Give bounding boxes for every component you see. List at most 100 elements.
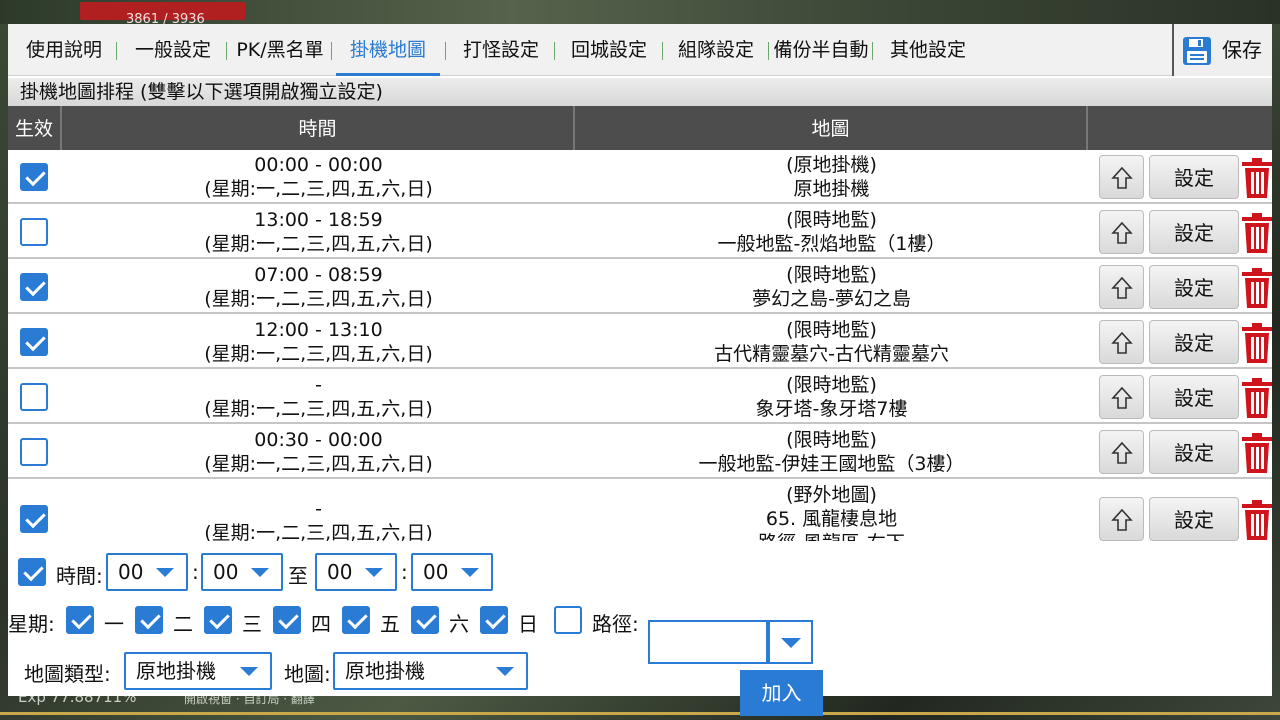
arrow-up-icon	[1111, 166, 1133, 189]
move-up-button[interactable]	[1099, 497, 1144, 541]
tab-party[interactable]: 組隊設定	[664, 24, 768, 76]
end-minute-select[interactable]: 00	[411, 553, 493, 591]
path-dropdown-button[interactable]	[768, 620, 813, 664]
settings-button[interactable]: 設定	[1149, 210, 1239, 254]
enabled-checkbox[interactable]	[20, 273, 48, 301]
time-days: (星期:一,二,三,四,五,六,日)	[204, 343, 433, 365]
map-name: 象牙塔-象牙塔7樓	[755, 398, 908, 420]
path-enabled-checkbox[interactable]	[554, 606, 582, 634]
end-minute-value: 00	[423, 560, 449, 584]
start-hour-select[interactable]: 00	[106, 553, 188, 591]
enabled-checkbox[interactable]	[20, 328, 48, 356]
to-label: 至	[288, 564, 308, 588]
tab-idle-map[interactable]: 掛機地圖	[336, 24, 440, 76]
move-up-button[interactable]	[1099, 265, 1144, 309]
time-cell: 12:00 - 13:10 (星期:一,二,三,四,五,六,日)	[62, 318, 575, 366]
move-up-button[interactable]	[1099, 155, 1144, 199]
map-cell: (限時地監) 夢幻之島-夢幻之島	[575, 263, 1088, 311]
arrow-up-icon	[1111, 221, 1133, 244]
tab-instructions[interactable]: 使用說明	[12, 24, 116, 76]
section-title: 掛機地圖排程 (雙擊以下選項開啟獨立設定)	[8, 78, 1272, 106]
time-range: 12:00 - 13:10	[254, 319, 383, 341]
trash-icon[interactable]	[1240, 432, 1272, 474]
settings-button[interactable]: 設定	[1149, 155, 1239, 199]
day-checkbox-mon[interactable]	[66, 606, 94, 634]
end-hour-select[interactable]: 00	[315, 553, 397, 591]
enabled-checkbox[interactable]	[20, 383, 48, 411]
path-input[interactable]	[648, 620, 768, 664]
move-up-button[interactable]	[1099, 430, 1144, 474]
move-up-button[interactable]	[1099, 375, 1144, 419]
enabled-checkbox[interactable]	[20, 505, 48, 533]
tab-backup-semi-auto[interactable]: 備份半自動	[770, 24, 872, 76]
time-cell: - (星期:一,二,三,四,五,六,日)	[62, 497, 575, 541]
day-checkbox-wed[interactable]	[204, 606, 232, 634]
trash-icon[interactable]	[1240, 499, 1272, 541]
enabled-checkbox[interactable]	[20, 438, 48, 466]
settings-button[interactable]: 設定	[1149, 497, 1239, 541]
map-type-value: 原地掛機	[136, 659, 216, 683]
settings-button[interactable]: 設定	[1149, 265, 1239, 309]
time-range: -	[315, 374, 322, 396]
table-row[interactable]: 00:30 - 00:00 (星期:一,二,三,四,五,六,日) (限時地監) …	[8, 426, 1272, 479]
time-label: 時間:	[56, 564, 103, 588]
enabled-checkbox[interactable]	[20, 163, 48, 191]
settings-button[interactable]: 設定	[1149, 375, 1239, 419]
time-range: 07:00 - 08:59	[254, 264, 383, 286]
settings-button[interactable]: 設定	[1149, 320, 1239, 364]
time-enabled-checkbox[interactable]	[18, 558, 46, 586]
day-checkbox-sun[interactable]	[480, 606, 508, 634]
tab-general[interactable]: 一般設定	[120, 24, 226, 76]
tab-bar: 使用說明 一般設定 PK/黑名單 掛機地圖 打怪設定 回城設定 組隊設定 備份半…	[8, 24, 1272, 76]
day-checkbox-sat[interactable]	[411, 606, 439, 634]
add-button[interactable]: 加入	[740, 670, 823, 716]
trash-icon[interactable]	[1240, 322, 1272, 364]
day-checkbox-thu[interactable]	[273, 606, 301, 634]
save-button[interactable]: 保存	[1172, 24, 1272, 76]
map-select[interactable]: 原地掛機	[333, 652, 528, 690]
tab-separator	[331, 42, 332, 60]
start-minute-value: 00	[213, 560, 239, 584]
map-path: 路徑-風龍區-右下	[575, 531, 1088, 541]
trash-icon[interactable]	[1240, 157, 1272, 199]
save-label: 保存	[1222, 38, 1262, 62]
time-days: (星期:一,二,三,四,五,六,日)	[204, 233, 433, 255]
trash-icon[interactable]	[1240, 212, 1272, 254]
move-up-button[interactable]	[1099, 210, 1144, 254]
tab-monster[interactable]: 打怪設定	[448, 24, 554, 76]
move-up-button[interactable]	[1099, 320, 1144, 364]
day-checkbox-tue[interactable]	[135, 606, 163, 634]
settings-button[interactable]: 設定	[1149, 430, 1239, 474]
time-cell: 00:30 - 00:00 (星期:一,二,三,四,五,六,日)	[62, 428, 575, 476]
time-range: -	[315, 498, 322, 520]
day-label-fri: 五	[380, 612, 400, 636]
tab-separator	[116, 42, 117, 60]
map-name: 65. 風龍棲息地	[765, 508, 898, 530]
trash-icon[interactable]	[1240, 377, 1272, 419]
chevron-down-icon	[251, 568, 269, 577]
trash-icon[interactable]	[1240, 267, 1272, 309]
day-checkbox-fri[interactable]	[342, 606, 370, 634]
tab-other[interactable]: 其他設定	[876, 24, 980, 76]
time-cell: 07:00 - 08:59 (星期:一,二,三,四,五,六,日)	[62, 263, 575, 311]
table-row[interactable]: 13:00 - 18:59 (星期:一,二,三,四,五,六,日) (限時地監) …	[8, 206, 1272, 259]
start-minute-select[interactable]: 00	[201, 553, 283, 591]
chevron-down-icon	[496, 667, 514, 676]
table-row[interactable]: - (星期:一,二,三,四,五,六,日) (限時地監) 象牙塔-象牙塔7樓 設定	[8, 371, 1272, 424]
chevron-down-icon	[156, 568, 174, 577]
column-header-map: 地圖	[575, 106, 1088, 150]
table-row[interactable]: 07:00 - 08:59 (星期:一,二,三,四,五,六,日) (限時地監) …	[8, 261, 1272, 314]
day-label-wed: 三	[242, 612, 262, 636]
tab-return-town[interactable]: 回城設定	[556, 24, 662, 76]
enabled-checkbox[interactable]	[20, 218, 48, 246]
table-row[interactable]: 12:00 - 13:10 (星期:一,二,三,四,五,六,日) (限時地監) …	[8, 316, 1272, 369]
tab-pk-blacklist[interactable]: PK/黑名單	[230, 24, 330, 76]
chevron-down-icon	[240, 667, 258, 676]
column-header-enabled: 生效	[8, 106, 62, 150]
table-row[interactable]: 00:00 - 00:00 (星期:一,二,三,四,五,六,日) (原地掛機) …	[8, 151, 1272, 204]
day-label-sat: 六	[449, 612, 469, 636]
map-type-select[interactable]: 原地掛機	[124, 652, 272, 690]
map-name: 一般地監-烈焰地監（1樓）	[717, 233, 946, 255]
table-row[interactable]: - (星期:一,二,三,四,五,六,日) (野外地圖) 65. 風龍棲息地 路徑…	[8, 481, 1272, 541]
schedule-table[interactable]: 00:00 - 00:00 (星期:一,二,三,四,五,六,日) (原地掛機) …	[8, 151, 1272, 541]
